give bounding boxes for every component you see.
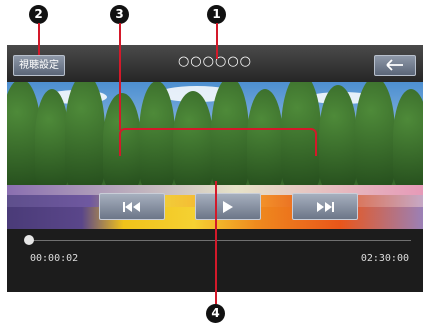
program-title: ○○○○○○ <box>177 54 253 69</box>
callout-3: 3 <box>110 5 129 24</box>
callout-2-line <box>38 23 40 55</box>
play-button[interactable] <box>195 193 261 220</box>
top-bar: 視聴設定 ○○○○○○ <box>7 45 423 82</box>
callout-4: 4 <box>206 304 225 323</box>
seek-handle[interactable] <box>24 235 35 245</box>
callout-1: 1 <box>207 5 226 24</box>
total-time: 02:30:00 <box>360 253 409 264</box>
callout-2: 2 <box>29 5 48 24</box>
seek-bar[interactable] <box>29 240 411 241</box>
current-time: 00:00:02 <box>30 253 79 264</box>
skip-previous-button[interactable] <box>99 193 165 220</box>
back-button[interactable] <box>374 55 416 76</box>
skip-next-icon <box>317 201 334 212</box>
play-icon <box>223 200 233 213</box>
skip-previous-icon <box>123 201 140 212</box>
callout-4-line <box>215 181 217 304</box>
back-arrow-icon <box>386 59 403 71</box>
viewing-settings-button[interactable]: 視聴設定 <box>13 55 65 76</box>
callout-3-line <box>119 23 121 130</box>
skip-next-button[interactable] <box>292 193 358 220</box>
callout-3-bracket <box>119 128 317 156</box>
callout-1-line <box>216 23 218 59</box>
